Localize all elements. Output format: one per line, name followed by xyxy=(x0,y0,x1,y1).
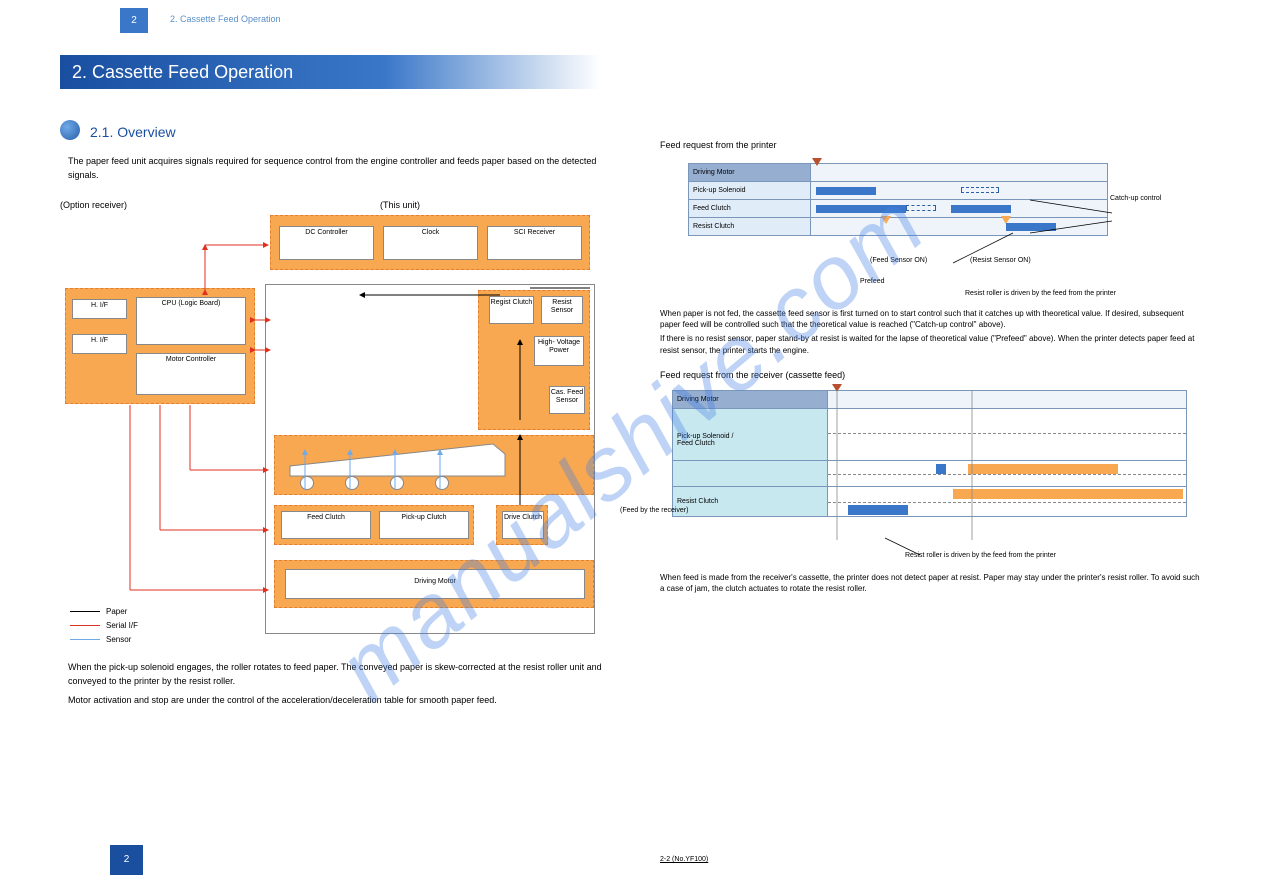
left-extra-description: When the pick-up solenoid engages, the r… xyxy=(68,660,608,707)
drive-clutch-box: Drive Clutch xyxy=(502,511,544,539)
bullet-icon xyxy=(60,120,80,140)
roller-4 xyxy=(435,476,449,490)
regist-clutch-box: Regist Clutch xyxy=(489,296,534,324)
chart1-desc-b: If there is no resist sensor, paper stan… xyxy=(660,333,1200,355)
dc-controller-box: DC Controller xyxy=(279,226,374,260)
sci-receiver-box: SCI Receiver xyxy=(487,226,582,260)
bottom-page-number: 2 xyxy=(110,845,143,875)
subsection-title: 2.1. Overview xyxy=(90,124,176,140)
hv-box: High- Voltage Power xyxy=(534,336,584,366)
hif-box-2: H. I/F xyxy=(72,334,127,354)
roller-3 xyxy=(390,476,404,490)
legend-sensor: Sensor xyxy=(106,635,131,644)
chart2-desc-a: When feed is made from the receiver's ca… xyxy=(660,572,1200,594)
chart2-title: Feed request from the receiver (cassette… xyxy=(660,370,845,380)
this-unit-label: (This unit) xyxy=(380,200,420,210)
chart1-title: Feed request from the printer xyxy=(660,140,777,150)
legend-serial: Serial I/F xyxy=(106,621,138,630)
motor-controller-box: Motor Controller xyxy=(136,353,246,395)
section-heading: 2. Cassette Feed Operation xyxy=(60,55,600,89)
option-receiver-label: (Option receiver) xyxy=(60,200,127,210)
resist-sensor-box: Resist Sensor xyxy=(541,296,583,324)
feed-clutch-box: Feed Clutch xyxy=(281,511,371,539)
page-reference-link[interactable]: 2-2 (No.YF100) xyxy=(660,856,708,863)
legend-paper: Paper xyxy=(106,607,127,616)
overview-description: The paper feed unit acquires signals req… xyxy=(68,155,608,182)
printer-block: Regist Clutch Resist Sensor High- Voltag… xyxy=(265,284,595,634)
roller-2 xyxy=(345,476,359,490)
top-page-number: 2 xyxy=(120,8,148,33)
option-receiver-block: H. I/F H. I/F CPU (Logic Board) Motor Co… xyxy=(65,288,255,404)
roller-1 xyxy=(300,476,314,490)
pickup-clutch-box: Pick-up Clutch xyxy=(379,511,469,539)
block-diagram: (Option receiver) (This unit) DC Control… xyxy=(60,190,600,640)
cpu-box: CPU (Logic Board) xyxy=(136,297,246,345)
diagram-legend: Paper Serial I/F Sensor xyxy=(70,605,138,647)
cas-feed-sensor-box: Cas. Feed Sensor xyxy=(549,386,585,414)
driving-motor-box: Driving Motor xyxy=(285,569,585,599)
chart1-desc-a: When paper is not fed, the cassette feed… xyxy=(660,308,1200,330)
hif-box: H. I/F xyxy=(72,299,127,319)
chapter-small-label: 2. Cassette Feed Operation xyxy=(170,14,281,24)
clock-box: Clock xyxy=(383,226,478,260)
